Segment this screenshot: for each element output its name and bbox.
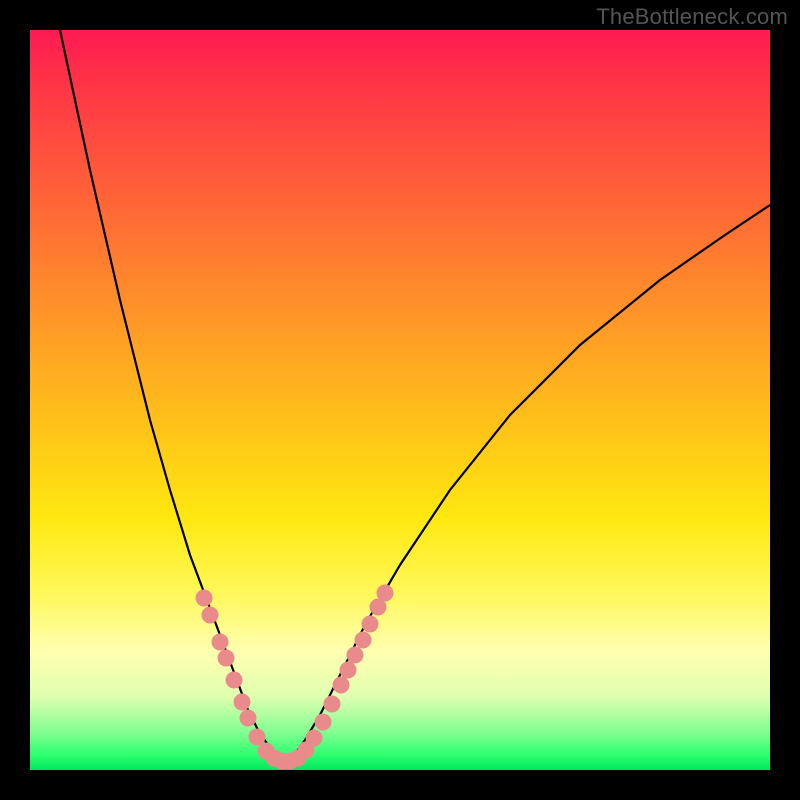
highlight-dot [218, 650, 235, 667]
highlight-dot [226, 672, 243, 689]
highlight-dot [315, 714, 332, 731]
highlight-dot [196, 590, 213, 607]
highlight-dot [362, 616, 379, 633]
highlight-dot [324, 696, 341, 713]
highlight-dot [212, 634, 229, 651]
highlight-dot [202, 607, 219, 624]
curves-svg [30, 30, 770, 770]
highlight-dot [347, 647, 364, 664]
watermark-text: TheBottleneck.com [596, 4, 788, 30]
highlight-dot [340, 662, 357, 679]
highlight-dot [355, 632, 372, 649]
highlight-dot [249, 729, 266, 746]
highlight-dot [240, 710, 257, 727]
right-curve [286, 205, 770, 762]
highlight-dots [196, 585, 394, 770]
highlight-dot [306, 730, 323, 747]
plot-area [30, 30, 770, 770]
highlight-dot [234, 694, 251, 711]
highlight-dot [333, 677, 350, 694]
highlight-dot [377, 585, 394, 602]
left-curve [60, 30, 286, 762]
